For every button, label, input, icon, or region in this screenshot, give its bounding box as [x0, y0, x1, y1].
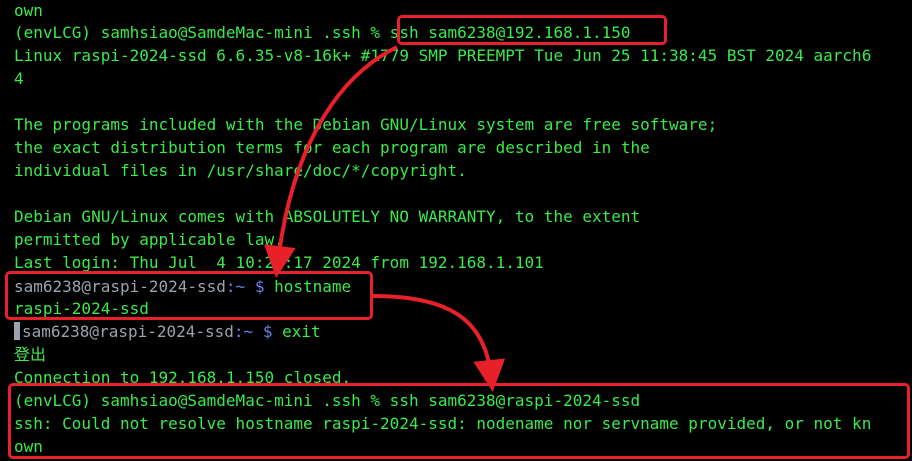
annotation-arrows: [263, 45, 506, 392]
arrow-to-error: [372, 294, 506, 392]
arrow-to-hostname: [263, 45, 398, 278]
